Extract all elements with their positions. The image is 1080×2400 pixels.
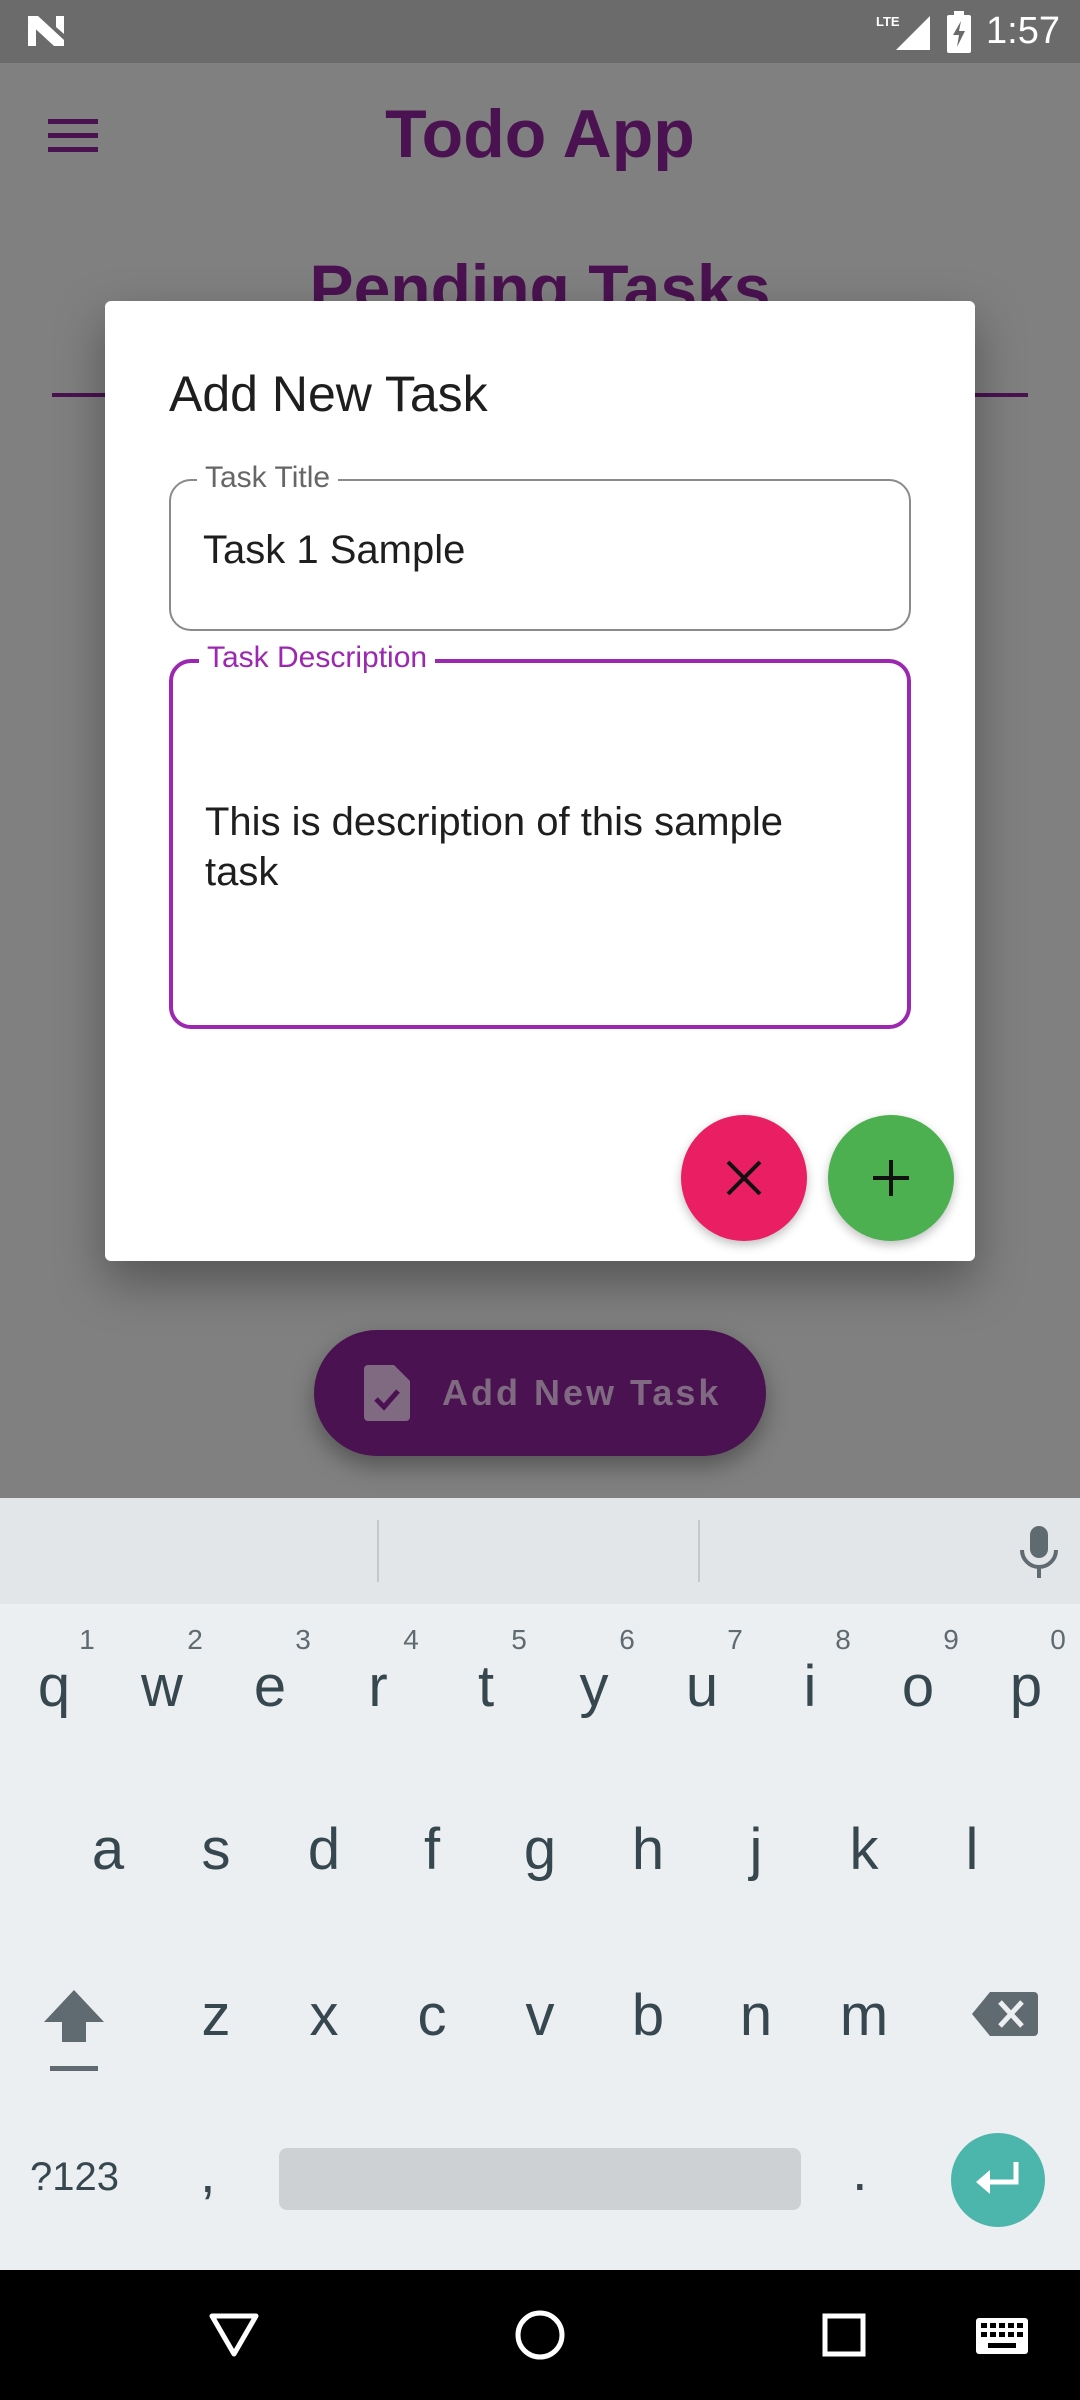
home-icon[interactable] (514, 2309, 566, 2361)
key-o[interactable]: o (878, 1653, 958, 1720)
enter-key[interactable] (951, 2133, 1045, 2227)
key-j[interactable]: j (716, 1816, 796, 1883)
key-e[interactable]: e (230, 1653, 310, 1720)
back-icon[interactable] (208, 2312, 260, 2358)
n-logo-icon (28, 16, 64, 46)
navigation-bar (0, 2270, 1080, 2400)
key-k[interactable]: k (824, 1816, 904, 1883)
task-title-field[interactable]: Task Title Task 1 Sample (169, 461, 911, 631)
divider-left (52, 393, 112, 397)
add-new-task-label: Add New Task (442, 1372, 722, 1413)
key-f[interactable]: f (392, 1816, 472, 1883)
battery-charging-icon (947, 10, 972, 53)
key-hint: 2 (187, 1624, 203, 1655)
key-t[interactable]: t (446, 1653, 526, 1720)
divider-right (970, 393, 1028, 397)
key-hint: 5 (511, 1624, 527, 1655)
key-l[interactable]: l (932, 1816, 1012, 1883)
key-comma[interactable]: , (200, 2140, 216, 2205)
status-bar: LTE 1:57 (0, 0, 1080, 63)
space-bar[interactable] (279, 2148, 801, 2210)
key-v[interactable]: v (500, 1982, 580, 2049)
key-period[interactable]: . (852, 2138, 868, 2203)
key-a[interactable]: a (68, 1816, 148, 1883)
task-description-field[interactable]: Task Description This is description of … (169, 641, 911, 1029)
suggestion-divider (698, 1520, 700, 1582)
recents-icon[interactable] (822, 2313, 866, 2357)
key-hint: 8 (835, 1624, 851, 1655)
key-n[interactable]: n (716, 1982, 796, 2049)
cancel-button[interactable] (681, 1115, 807, 1241)
key-hint: 3 (295, 1624, 311, 1655)
key-hint: 1 (79, 1624, 95, 1655)
task-description-label: Task Description (199, 641, 436, 675)
task-description-value[interactable]: This is description of this sample task (205, 797, 865, 897)
symbols-key[interactable]: ?123 (30, 2155, 119, 2200)
key-x[interactable]: x (284, 1982, 364, 2049)
key-d[interactable]: d (284, 1816, 364, 1883)
svg-text:LTE: LTE (876, 14, 900, 29)
backspace-icon[interactable] (972, 1990, 1038, 2038)
add-new-task-button[interactable]: Add New Task (314, 1330, 766, 1456)
add-task-button[interactable] (828, 1115, 954, 1241)
key-y[interactable]: y (554, 1653, 634, 1720)
key-hint: 0 (1050, 1624, 1066, 1655)
key-q[interactable]: q (14, 1653, 94, 1720)
close-icon (726, 1160, 762, 1196)
shift-icon[interactable] (42, 1986, 106, 2072)
dialog-title: Add New Task (169, 366, 488, 422)
task-title-value[interactable]: Task 1 Sample (203, 525, 465, 575)
key-hint: 6 (619, 1624, 635, 1655)
key-hint: 9 (943, 1624, 959, 1655)
key-p[interactable]: p (986, 1653, 1066, 1720)
microphone-icon[interactable] (1016, 1524, 1062, 1580)
task-document-icon (364, 1365, 410, 1421)
lte-signal-icon: LTE (876, 14, 931, 50)
key-m[interactable]: m (824, 1982, 904, 2049)
suggestion-strip[interactable] (0, 1498, 1080, 1604)
key-r[interactable]: r (338, 1653, 418, 1720)
add-task-dialog: Add New Task Task Title Task 1 Sample Ta… (105, 301, 975, 1261)
key-z[interactable]: z (176, 1982, 256, 2049)
key-u[interactable]: u (662, 1653, 742, 1720)
app-title: Todo App (385, 96, 695, 172)
clock: 1:57 (986, 10, 1060, 52)
key-hint: 4 (403, 1624, 419, 1655)
plus-icon (873, 1160, 909, 1196)
key-c[interactable]: c (392, 1982, 472, 2049)
enter-icon (976, 2162, 1019, 2194)
key-b[interactable]: b (608, 1982, 688, 2049)
key-w[interactable]: w (122, 1653, 202, 1720)
suggestion-divider (377, 1520, 379, 1582)
key-hint: 7 (727, 1624, 743, 1655)
key-i[interactable]: i (770, 1653, 850, 1720)
key-s[interactable]: s (176, 1816, 256, 1883)
keyboard-switch-icon[interactable] (976, 2318, 1028, 2354)
key-g[interactable]: g (500, 1816, 580, 1883)
key-h[interactable]: h (608, 1816, 688, 1883)
task-title-label: Task Title (197, 461, 339, 495)
